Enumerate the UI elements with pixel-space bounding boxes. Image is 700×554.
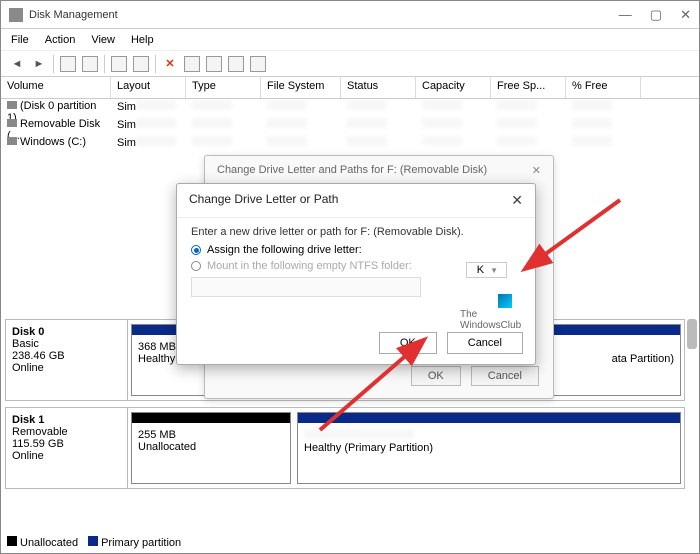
inner-ok-button[interactable]: OK	[379, 332, 437, 354]
change-letter-dialog: Change Drive Letter or Path ✕ Enter a ne…	[176, 183, 536, 365]
titlebar: Disk Management — ▢ ✕	[1, 1, 699, 29]
toolbar-btn-5[interactable]	[184, 56, 200, 72]
outer-dialog-title: Change Drive Letter and Paths for F: (Re…	[217, 164, 487, 177]
volume-icon	[7, 101, 17, 109]
minimize-button[interactable]: —	[619, 7, 632, 23]
toolbar-btn-4[interactable]	[133, 56, 149, 72]
disk1-pane: Disk 1 Removable 115.59 GB Online 255 MB…	[5, 407, 685, 489]
separator	[104, 55, 105, 73]
option-assign-letter[interactable]: Assign the following drive letter:	[177, 242, 535, 258]
window-title: Disk Management	[29, 9, 118, 21]
dialog-prompt: Enter a new drive letter or path for F: …	[177, 218, 535, 242]
chevron-down-icon: ▼	[490, 266, 498, 275]
outer-dialog-close-icon[interactable]: ✕	[532, 164, 541, 177]
toolbar-btn-8[interactable]	[250, 56, 266, 72]
forward-icon[interactable]: ►	[31, 56, 47, 72]
menu-action[interactable]: Action	[45, 34, 76, 46]
back-icon[interactable]: ◄	[9, 56, 25, 72]
col-capacity[interactable]: Capacity	[416, 77, 491, 98]
disk1-partition-unallocated[interactable]: 255 MB Unallocated	[131, 412, 291, 484]
watermark: The WindowsClub	[460, 294, 521, 331]
inner-cancel-button[interactable]: Cancel	[447, 332, 523, 354]
watermark-logo	[498, 294, 512, 308]
legend: Unallocated Primary partition	[7, 536, 181, 549]
volume-table-header: Volume Layout Type File System Status Ca…	[1, 77, 699, 99]
toolbar-btn-3[interactable]	[111, 56, 127, 72]
toolbar-btn-2[interactable]	[82, 56, 98, 72]
scrollbar-thumb[interactable]	[687, 319, 697, 349]
col-type[interactable]: Type	[186, 77, 261, 98]
radio-mount[interactable]	[191, 261, 201, 271]
menu-help[interactable]: Help	[131, 34, 154, 46]
menubar: File Action View Help	[1, 29, 699, 51]
inner-dialog-title: Change Drive Letter or Path	[189, 192, 338, 209]
maximize-button[interactable]: ▢	[650, 7, 662, 23]
volume-row[interactable]: (Disk 0 partition 1) Sim	[1, 99, 699, 117]
legend-swatch-primary	[88, 536, 98, 546]
menu-view[interactable]: View	[91, 34, 115, 46]
separator	[155, 55, 156, 73]
app-icon	[9, 8, 23, 22]
inner-dialog-close-icon[interactable]: ✕	[511, 192, 523, 209]
volume-icon	[7, 137, 17, 145]
disk0-label: Disk 0 Basic 238.46 GB Online	[6, 320, 128, 400]
toolbar-btn-7[interactable]	[228, 56, 244, 72]
radio-assign[interactable]	[191, 245, 201, 255]
disk1-label: Disk 1 Removable 115.59 GB Online	[6, 408, 128, 488]
volume-icon	[7, 119, 17, 127]
col-status[interactable]: Status	[341, 77, 416, 98]
volume-row[interactable]: Windows (C:) Sim	[1, 135, 699, 153]
delete-icon[interactable]: ✕	[162, 56, 178, 72]
mount-path-input	[191, 277, 421, 297]
disk1-partition-primary[interactable]: Healthy (Primary Partition)	[297, 412, 681, 484]
col-filesystem[interactable]: File System	[261, 77, 341, 98]
col-pctfree[interactable]: % Free	[566, 77, 641, 98]
col-volume[interactable]: Volume	[1, 77, 111, 98]
separator	[53, 55, 54, 73]
col-layout[interactable]: Layout	[111, 77, 186, 98]
toolbar-btn-6[interactable]	[206, 56, 222, 72]
volume-row[interactable]: Removable Disk (... Sim	[1, 117, 699, 135]
menu-file[interactable]: File	[11, 34, 29, 46]
outer-ok-button[interactable]: OK	[411, 366, 461, 386]
outer-cancel-button[interactable]: Cancel	[471, 366, 539, 386]
toolbar: ◄ ► ✕	[1, 51, 699, 77]
legend-swatch-unallocated	[7, 536, 17, 546]
drive-letter-select[interactable]: K ▼	[466, 262, 507, 278]
col-freespace[interactable]: Free Sp...	[491, 77, 566, 98]
close-button[interactable]: ✕	[680, 7, 691, 23]
toolbar-btn-1[interactable]	[60, 56, 76, 72]
